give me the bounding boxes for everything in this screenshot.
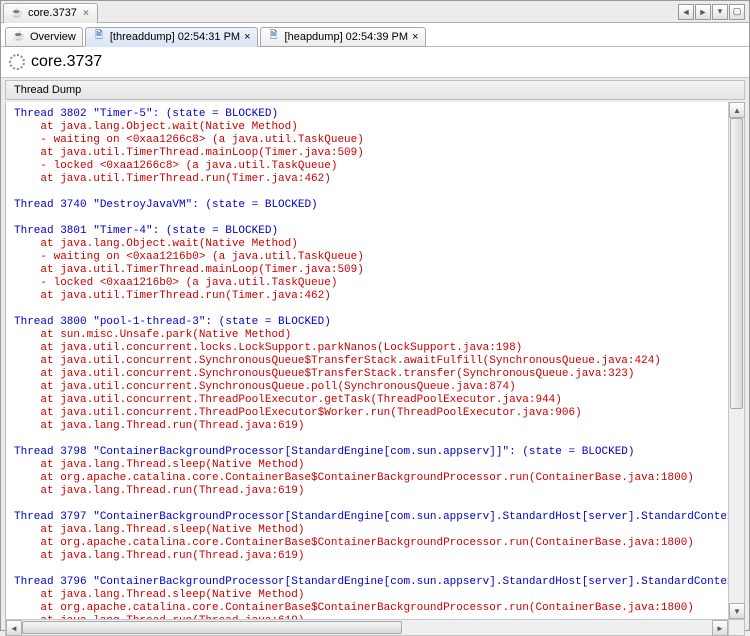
close-icon[interactable]: × (412, 31, 418, 43)
stack-frame: at java.util.concurrent.SynchronousQueue… (14, 368, 720, 381)
stack-frame: at java.util.TimerThread.run(Timer.java:… (14, 290, 720, 303)
sub-tab-label: [heapdump] 02:54:39 PM (285, 31, 409, 43)
scroll-track[interactable] (22, 620, 712, 635)
blank-line (14, 303, 720, 316)
scroll-up-button[interactable]: ▲ (729, 102, 745, 118)
blank-line (14, 433, 720, 446)
stack-frame: at java.lang.Object.wait(Native Method) (14, 121, 720, 134)
thread-header: Thread 3797 "ContainerBackgroundProcesso… (14, 511, 720, 524)
stack-frame: at java.lang.Thread.sleep(Native Method) (14, 459, 720, 472)
tab-nav-controls: ◄ ► ▾ ▢ (677, 4, 749, 20)
section-title: Thread Dump (14, 84, 81, 96)
page-title: core.3737 (31, 53, 102, 71)
stack-frame: - locked <0xaa1266c8> (a java.util.TaskQ… (14, 160, 720, 173)
stack-frame: at java.util.TimerThread.run(Timer.java:… (14, 173, 720, 186)
scrollbar-corner (728, 619, 744, 635)
thread-dump-panel: Thread 3802 "Timer-5": (state = BLOCKED)… (5, 102, 745, 636)
loading-spinner-icon (9, 54, 25, 70)
stack-frame: at java.util.concurrent.ThreadPoolExecut… (14, 394, 720, 407)
stack-frame: at sun.misc.Unsafe.park(Native Method) (14, 329, 720, 342)
stack-frame: at java.util.concurrent.ThreadPoolExecut… (14, 407, 720, 420)
blank-line (14, 186, 720, 199)
section-header: Thread Dump (5, 80, 745, 100)
thread-header: Thread 3798 "ContainerBackgroundProcesso… (14, 446, 720, 459)
stack-frame: at org.apache.catalina.core.ContainerBas… (14, 472, 720, 485)
scroll-thumb[interactable] (730, 118, 743, 409)
sub-tab-label: [threaddump] 02:54:31 PM (110, 31, 240, 43)
stack-frame: - locked <0xaa1216b0> (a java.util.TaskQ… (14, 277, 720, 290)
tab-overview[interactable]: ☕ Overview (5, 27, 83, 47)
stack-frame: at java.lang.Thread.run(Thread.java:619) (14, 550, 720, 563)
thread-header: Thread 3796 "ContainerBackgroundProcesso… (14, 576, 720, 589)
stack-frame: at java.lang.Thread.sleep(Native Method) (14, 524, 720, 537)
stack-frame: at java.util.TimerThread.mainLoop(Timer.… (14, 264, 720, 277)
scroll-track[interactable] (729, 118, 744, 603)
maximize-button[interactable]: ▢ (729, 4, 745, 20)
nav-prev-button[interactable]: ◄ (678, 4, 694, 20)
document-icon: 🗎 (92, 30, 106, 44)
stack-frame: - waiting on <0xaa1266c8> (a java.util.T… (14, 134, 720, 147)
stack-frame: at java.util.concurrent.SynchronousQueue… (14, 381, 720, 394)
scroll-left-button[interactable]: ◄ (6, 620, 22, 636)
stack-frame: at org.apache.catalina.core.ContainerBas… (14, 537, 720, 550)
close-icon[interactable]: × (244, 31, 250, 43)
stack-frame: at java.util.concurrent.locks.LockSuppor… (14, 342, 720, 355)
stack-frame: at java.util.concurrent.SynchronousQueue… (14, 355, 720, 368)
close-icon[interactable]: × (81, 8, 91, 19)
stack-frame: at java.lang.Thread.sleep(Native Method) (14, 589, 720, 602)
tab-threaddump[interactable]: 🗎 [threaddump] 02:54:31 PM × (85, 27, 258, 47)
coffee-icon: ☕ (12, 30, 26, 44)
stack-frame: at java.lang.Object.wait(Native Method) (14, 238, 720, 251)
stack-frame: at java.util.TimerThread.mainLoop(Timer.… (14, 147, 720, 160)
stack-frame: at org.apache.catalina.core.ContainerBas… (14, 602, 720, 615)
page-title-bar: core.3737 (1, 47, 749, 78)
nav-next-button[interactable]: ► (695, 4, 711, 20)
scroll-down-button[interactable]: ▼ (729, 603, 745, 619)
scroll-thumb[interactable] (22, 621, 402, 634)
sub-tabs-bar: ☕ Overview 🗎 [threaddump] 02:54:31 PM × … (1, 23, 749, 47)
blank-line (14, 498, 720, 511)
scroll-right-button[interactable]: ► (712, 620, 728, 636)
document-icon: 🗎 (267, 30, 281, 44)
stack-frame: at java.lang.Thread.run(Thread.java:619) (14, 485, 720, 498)
thread-header: Thread 3740 "DestroyJavaVM": (state = BL… (14, 199, 720, 212)
tab-heapdump[interactable]: 🗎 [heapdump] 02:54:39 PM × (260, 27, 426, 47)
sub-tab-label: Overview (30, 31, 76, 43)
thread-header: Thread 3801 "Timer-4": (state = BLOCKED) (14, 225, 720, 238)
stack-frame: - waiting on <0xaa1216b0> (a java.util.T… (14, 251, 720, 264)
horizontal-scrollbar[interactable]: ◄ ► (6, 619, 728, 635)
editor-tab-label: core.3737 (28, 7, 77, 19)
thread-header: Thread 3800 "pool-1-thread-3": (state = … (14, 316, 720, 329)
thread-header: Thread 3802 "Timer-5": (state = BLOCKED) (14, 108, 720, 121)
vertical-scrollbar[interactable]: ▲ ▼ (728, 102, 744, 619)
nav-list-button[interactable]: ▾ (712, 4, 728, 20)
coffee-icon: ☕ (10, 6, 24, 20)
thread-dump-content: Thread 3802 "Timer-5": (state = BLOCKED)… (6, 102, 728, 619)
blank-line (14, 563, 720, 576)
editor-tabs-bar: ☕ core.3737 × ◄ ► ▾ ▢ (1, 1, 749, 23)
stack-frame: at java.lang.Thread.run(Thread.java:619) (14, 420, 720, 433)
editor-tab-core[interactable]: ☕ core.3737 × (3, 3, 98, 23)
blank-line (14, 212, 720, 225)
